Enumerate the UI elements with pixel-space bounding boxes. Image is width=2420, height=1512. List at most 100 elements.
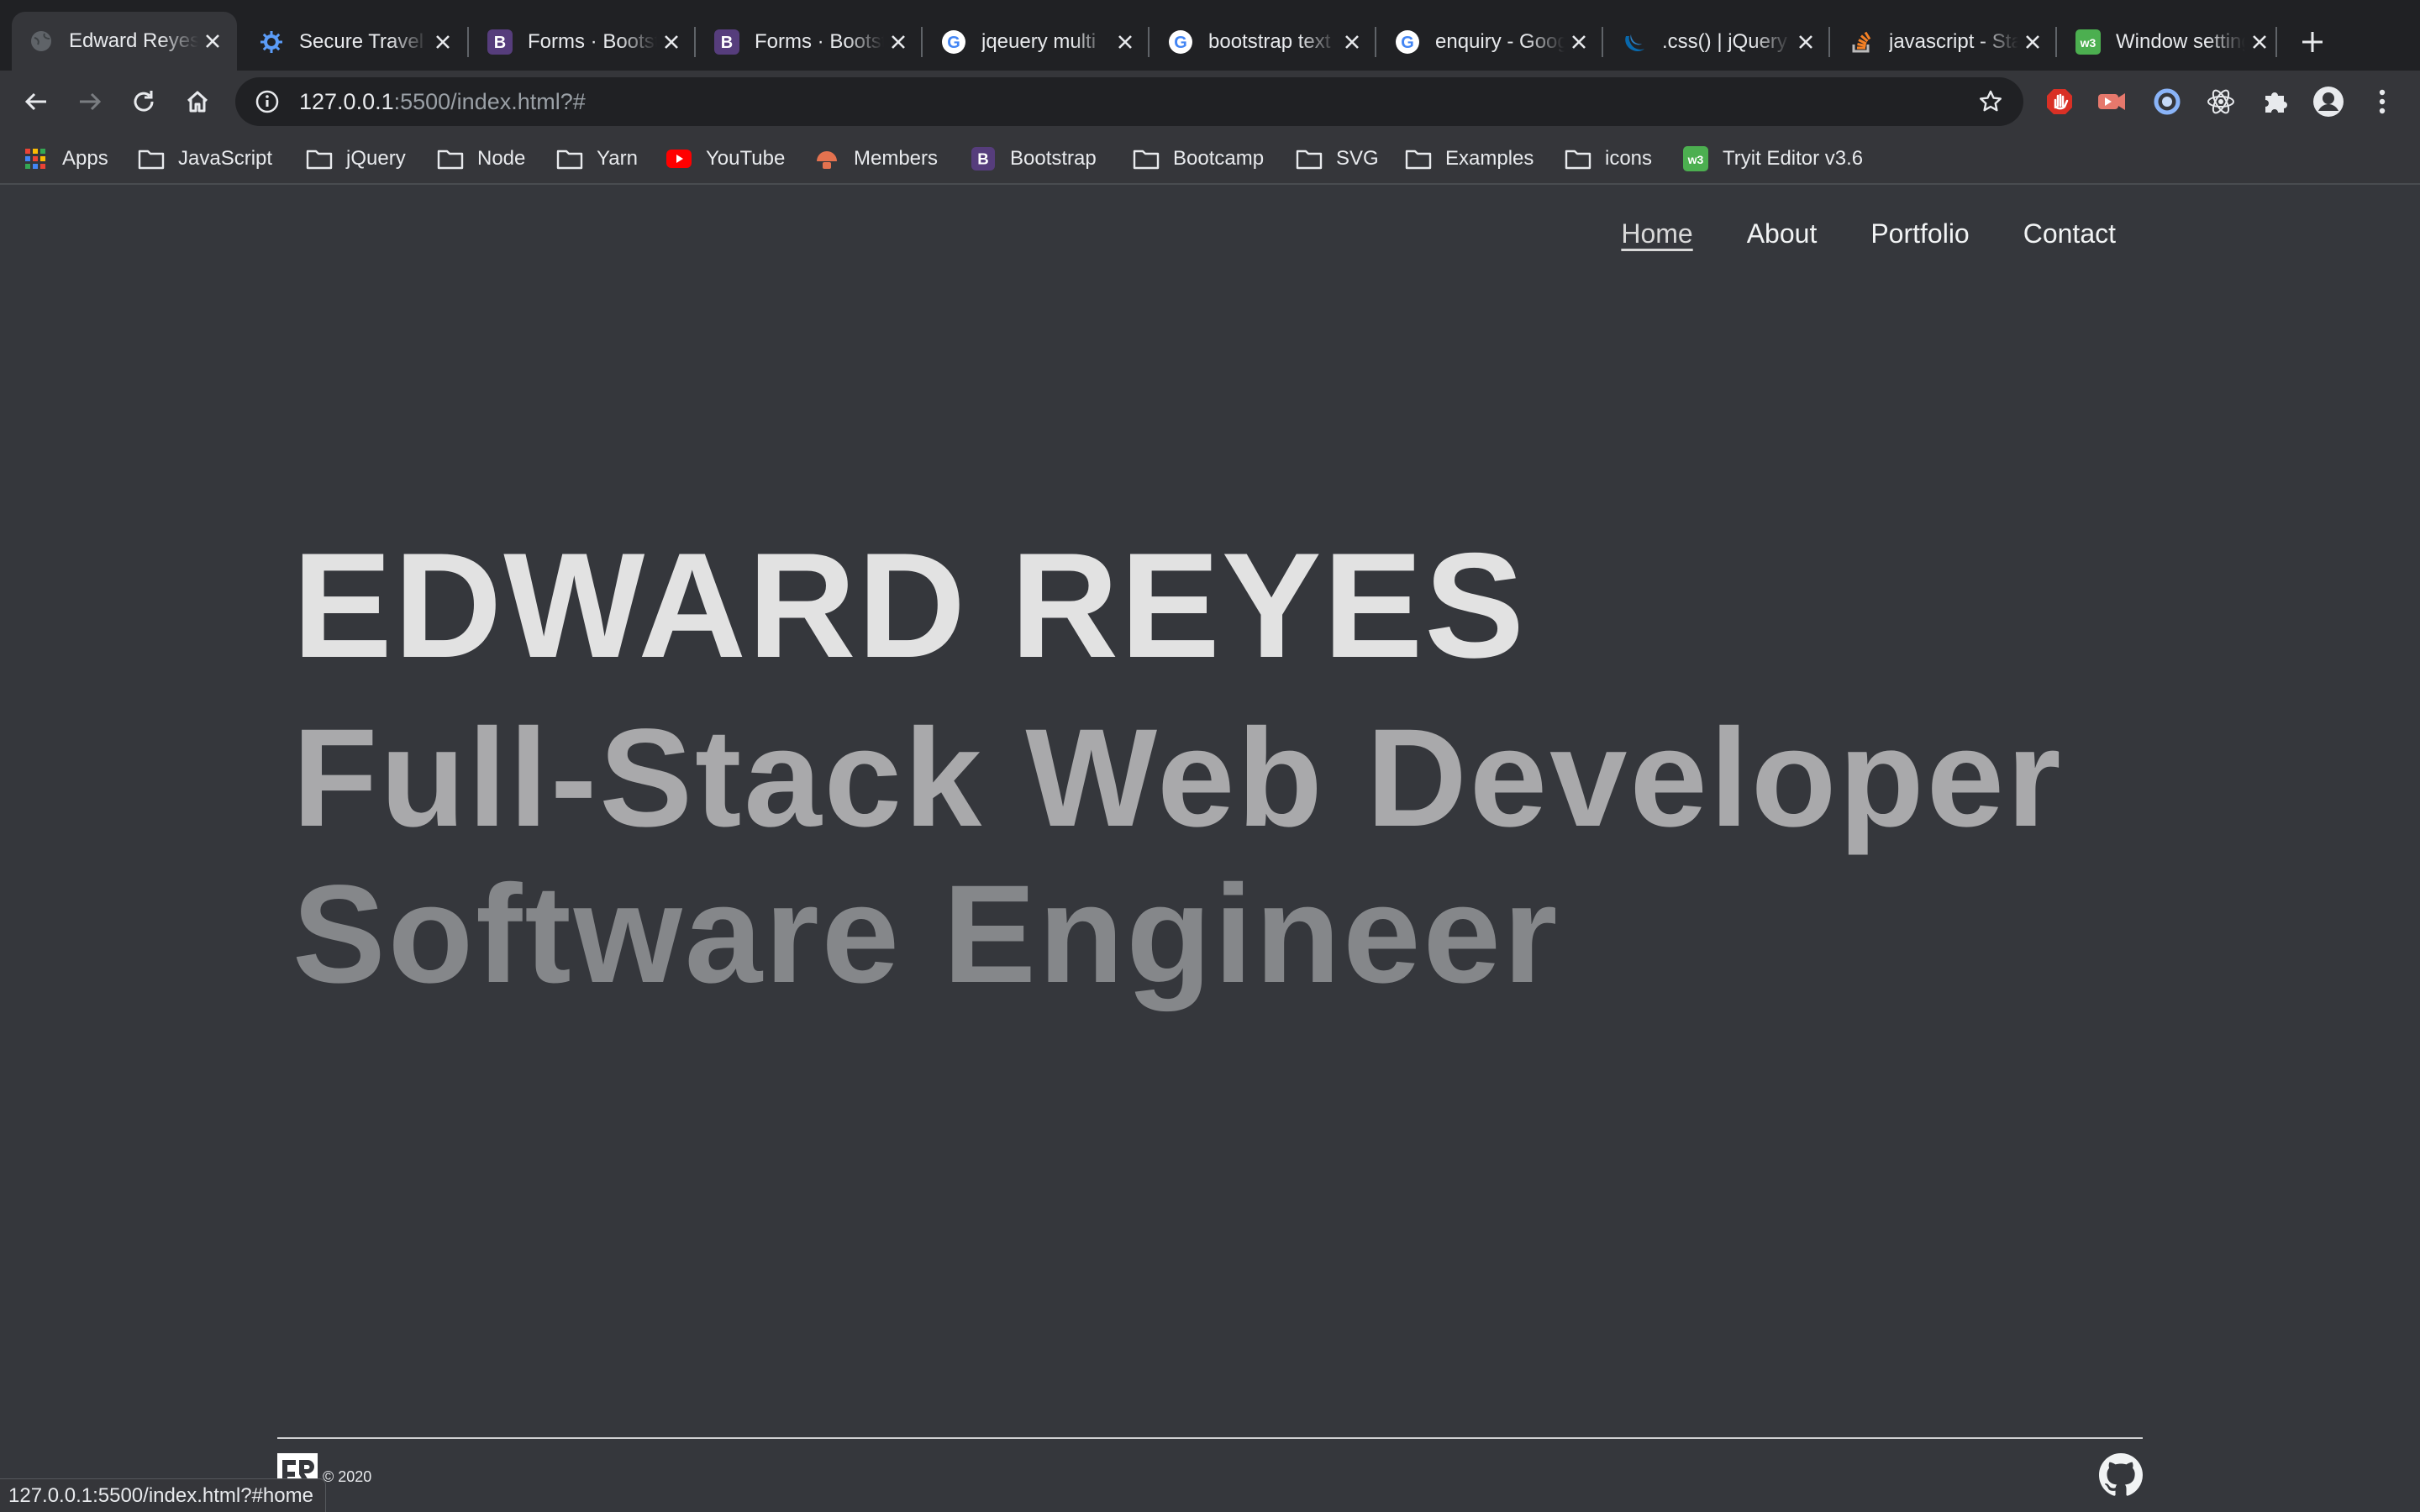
bookmark-label: jQuery bbox=[346, 147, 406, 170]
apps-grid-icon bbox=[22, 145, 49, 172]
tab-title: .css() | jQuery bbox=[1662, 30, 1787, 53]
bookmark-label: Yarn bbox=[597, 147, 638, 170]
browser-toolbar: 127.0.0.1:5500/index.html?# bbox=[0, 71, 2420, 133]
bookmark-bootcamp[interactable]: Bootcamp bbox=[1133, 139, 1264, 178]
home-button[interactable] bbox=[176, 81, 218, 123]
bookmark-examples[interactable]: Examples bbox=[1405, 139, 1534, 178]
screencast-extension-icon[interactable] bbox=[2092, 82, 2131, 121]
tab-title: javascript - Stack bbox=[1889, 30, 2018, 53]
youtube-icon bbox=[666, 145, 692, 172]
gear-blue-icon bbox=[259, 29, 284, 55]
forward-button[interactable] bbox=[69, 81, 111, 123]
tab-secure-travel[interactable]: Secure Travel bbox=[242, 13, 467, 71]
members-icon bbox=[813, 145, 840, 172]
close-tab-icon[interactable] bbox=[884, 28, 913, 56]
tab-title: Window setting bbox=[2116, 30, 2245, 53]
bookmarks-bar: Apps JavaScript jQuery Node Yarn YouTube… bbox=[0, 133, 2420, 185]
bookmark-svg[interactable]: SVG bbox=[1296, 139, 1379, 178]
bookmark-icons[interactable]: icons bbox=[1565, 139, 1652, 178]
arrow-right-icon bbox=[80, 92, 102, 111]
hero-role-engineer: Software Engineer bbox=[292, 857, 1560, 1012]
tab-title: Edward Reyes bbox=[69, 29, 198, 52]
bookmark-label: YouTube bbox=[706, 147, 786, 170]
home-icon bbox=[187, 91, 208, 113]
back-button[interactable] bbox=[15, 81, 57, 123]
folder-icon bbox=[1405, 145, 1432, 172]
tab-separator bbox=[2055, 27, 2057, 57]
tab-title: Forms · Bootstrap bbox=[755, 30, 884, 53]
new-tab-button[interactable] bbox=[2294, 24, 2331, 60]
plus-icon bbox=[2302, 32, 2323, 52]
bookmark-bootstrap[interactable]: B Bootstrap bbox=[970, 139, 1097, 178]
close-tab-icon[interactable] bbox=[1111, 28, 1139, 56]
folder-icon bbox=[1296, 145, 1323, 172]
close-tab-icon[interactable] bbox=[198, 27, 227, 55]
globe-icon bbox=[29, 29, 54, 54]
bookmark-tryit-editor[interactable]: w3 Tryit Editor v3.6 bbox=[1682, 139, 1863, 178]
bookmark-apps[interactable]: Apps bbox=[22, 139, 108, 178]
nav-portfolio-link[interactable]: Portfolio bbox=[1870, 218, 1969, 249]
tab-javascript-stack[interactable]: javascript - Stack bbox=[1832, 13, 2057, 71]
menu-kebab-icon[interactable] bbox=[2363, 82, 2402, 121]
bookmark-jquery[interactable]: jQuery bbox=[306, 139, 406, 178]
tab-title: bootstrap text bbox=[1208, 30, 1331, 53]
tab-css-jquery[interactable]: .css() | jQuery bbox=[1605, 13, 1830, 71]
svg-text:w3: w3 bbox=[2080, 36, 2096, 50]
tab-title: enquiry - Google bbox=[1435, 30, 1565, 53]
react-devtools-icon[interactable] bbox=[2202, 82, 2240, 121]
close-tab-icon[interactable] bbox=[1791, 28, 1820, 56]
tab-window-setting[interactable]: w3 Window setting bbox=[2059, 13, 2284, 71]
profile-avatar-icon[interactable] bbox=[2309, 82, 2348, 121]
bookmark-label: Node bbox=[477, 147, 526, 170]
tab-separator bbox=[1828, 27, 1830, 57]
address-url[interactable]: 127.0.0.1:5500/index.html?# bbox=[299, 89, 586, 115]
nav-about-link[interactable]: About bbox=[1747, 218, 1818, 249]
svg-text:B: B bbox=[494, 34, 506, 52]
svg-text:G: G bbox=[1401, 34, 1414, 52]
close-tab-icon[interactable] bbox=[2245, 28, 2274, 56]
tab-title: Forms · Bootstrap bbox=[528, 30, 657, 53]
hero-role-fullstack: Full-Stack Web Developer bbox=[292, 701, 2064, 856]
tab-separator bbox=[1148, 27, 1150, 57]
reload-icon bbox=[134, 91, 154, 112]
tab-bootstrap-text[interactable]: G bootstrap text bbox=[1151, 13, 1376, 71]
tab-forms-bootstrap[interactable]: B Forms · Bootstrap bbox=[471, 13, 696, 71]
jquery-icon bbox=[1622, 29, 1647, 55]
bookmark-star-icon[interactable] bbox=[1976, 87, 2005, 116]
extensions-puzzle-icon[interactable] bbox=[2255, 82, 2294, 121]
bookmark-label: Examples bbox=[1445, 147, 1534, 170]
address-bar[interactable]: 127.0.0.1:5500/index.html?# bbox=[235, 77, 2023, 126]
svg-text:G: G bbox=[1174, 34, 1187, 52]
bookmark-youtube[interactable]: YouTube bbox=[666, 139, 785, 178]
bookmark-label: SVG bbox=[1336, 147, 1379, 170]
bookmark-members[interactable]: Members bbox=[813, 139, 938, 178]
nav-home-link[interactable]: Home bbox=[1621, 218, 1692, 249]
address-path: :5500/index.html?# bbox=[393, 88, 586, 114]
ring-extension-icon[interactable] bbox=[2148, 82, 2186, 121]
tab-separator bbox=[1602, 27, 1603, 57]
close-tab-icon[interactable] bbox=[1338, 28, 1366, 56]
folder-icon bbox=[306, 145, 333, 172]
bookmark-node[interactable]: Node bbox=[437, 139, 525, 178]
tab-title: Secure Travel bbox=[299, 30, 424, 53]
adblock-extension-icon[interactable] bbox=[2040, 82, 2079, 121]
address-host: 127.0.0.1 bbox=[299, 88, 394, 114]
bookmark-javascript[interactable]: JavaScript bbox=[138, 139, 272, 178]
tab-jquery-multi[interactable]: G jqeuery multi bbox=[924, 13, 1150, 71]
tab-enquiry-google[interactable]: G enquiry - Google bbox=[1378, 13, 1603, 71]
close-tab-icon[interactable] bbox=[657, 28, 686, 56]
bootstrap-icon: B bbox=[487, 29, 513, 55]
close-tab-icon[interactable] bbox=[429, 28, 457, 56]
folder-icon bbox=[1133, 145, 1160, 172]
nav-contact-link[interactable]: Contact bbox=[2023, 218, 2116, 249]
github-icon[interactable] bbox=[2099, 1453, 2143, 1497]
bookmark-label: Apps bbox=[62, 147, 108, 170]
svg-text:G: G bbox=[947, 34, 960, 52]
tab-forms-bootstrap-2[interactable]: B Forms · Bootstrap bbox=[697, 13, 923, 71]
reload-button[interactable] bbox=[123, 81, 165, 123]
close-tab-icon[interactable] bbox=[2018, 28, 2047, 56]
bookmark-yarn[interactable]: Yarn bbox=[556, 139, 638, 178]
close-tab-icon[interactable] bbox=[1565, 28, 1593, 56]
folder-icon bbox=[1565, 145, 1591, 172]
info-icon[interactable] bbox=[254, 88, 281, 115]
